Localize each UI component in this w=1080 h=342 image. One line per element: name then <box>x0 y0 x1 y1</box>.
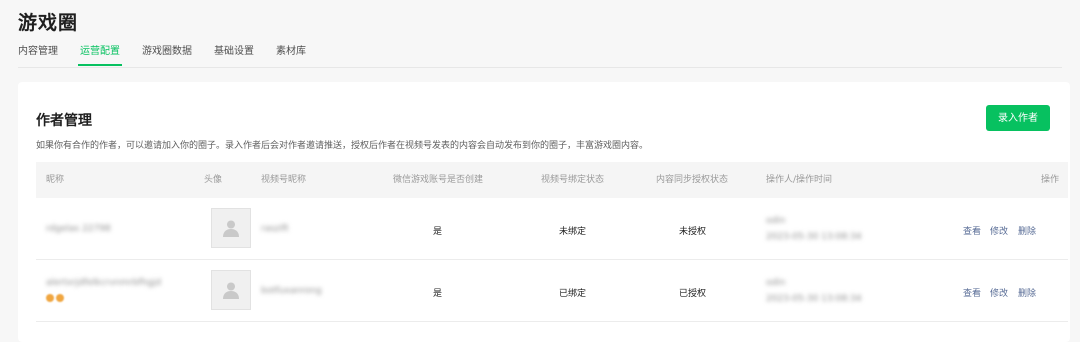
operation-time: 2023-05-30 13:08:34 <box>766 294 862 304</box>
operator-name: odin <box>766 216 786 226</box>
add-author-button[interactable]: 录入作者 <box>986 105 1050 131</box>
wechat-created-value: 是 <box>433 227 443 237</box>
operator-name: odin <box>766 278 786 288</box>
edit-button[interactable]: 修改 <box>990 286 1008 299</box>
table-header: 昵称 头像 视频号昵称 微信游戏账号是否创建 视频号绑定状态 内容同步授权状态 … <box>36 162 1068 198</box>
table-row: alertxrjdfelkcrvnmrbfhgjd botfuxanrong 是… <box>36 260 1068 322</box>
tab-divider <box>18 67 1062 68</box>
view-button[interactable]: 查看 <box>963 224 981 237</box>
wechat-created-value: 是 <box>433 289 443 299</box>
header-nickname: 昵称 <box>46 175 65 185</box>
tab-material-library[interactable]: 素材库 <box>276 46 306 68</box>
header-bind-status: 视频号绑定状态 <box>541 175 605 185</box>
section-description: 如果你有合作的作者，可以邀请加入你的圈子。录入作者后会对作者邀请推送，授权后作者… <box>36 141 649 151</box>
person-silhouette-icon <box>223 220 239 237</box>
avatar <box>211 208 251 248</box>
tab-operations-config[interactable]: 运营配置 <box>78 46 122 68</box>
avatar <box>211 270 251 310</box>
table-row: rdgelas 22798 raszift 是 未绑定 未授权 odin 202… <box>36 198 1068 260</box>
header-actions: 操作 <box>1041 175 1060 185</box>
header-channel-name: 视频号昵称 <box>261 175 307 185</box>
page-title: 游戏圈 <box>18 12 79 34</box>
badge-icon <box>46 294 54 302</box>
header-operator: 操作人/操作时间 <box>766 175 833 185</box>
person-silhouette-icon <box>223 282 239 299</box>
view-button[interactable]: 查看 <box>963 286 981 299</box>
tab-bar: 内容管理 运营配置 游戏圈数据 基础设置 素材库 <box>18 46 328 68</box>
tab-game-circle-data[interactable]: 游戏圈数据 <box>142 46 192 68</box>
delete-button[interactable]: 删除 <box>1018 224 1036 237</box>
sync-status-value: 已授权 <box>679 289 707 299</box>
badge-icon <box>56 294 64 302</box>
bind-status-value: 已绑定 <box>559 289 587 299</box>
header-wechat-created: 微信游戏账号是否创建 <box>393 175 484 185</box>
tab-basic-settings[interactable]: 基础设置 <box>214 46 254 68</box>
header-sync-status: 内容同步授权状态 <box>656 175 729 185</box>
edit-button[interactable]: 修改 <box>990 224 1008 237</box>
channel-nickname: raszift <box>261 224 289 234</box>
channel-nickname: botfuxanrong <box>261 286 322 296</box>
operation-time: 2023-05-30 13:08:34 <box>766 232 862 242</box>
bind-status-value: 未绑定 <box>559 227 587 237</box>
author-nickname: alertxrjdfelkcrvnmrbfhgjd <box>46 278 162 288</box>
author-nickname: rdgelas 22798 <box>46 224 111 234</box>
delete-button[interactable]: 删除 <box>1018 286 1036 299</box>
header-avatar: 头像 <box>204 175 223 185</box>
section-title: 作者管理 <box>36 113 92 129</box>
author-management-card: 作者管理 如果你有合作的作者，可以邀请加入你的圈子。录入作者后会对作者邀请推送，… <box>18 82 1070 342</box>
sync-status-value: 未授权 <box>679 227 707 237</box>
tab-content-management[interactable]: 内容管理 <box>18 46 58 68</box>
